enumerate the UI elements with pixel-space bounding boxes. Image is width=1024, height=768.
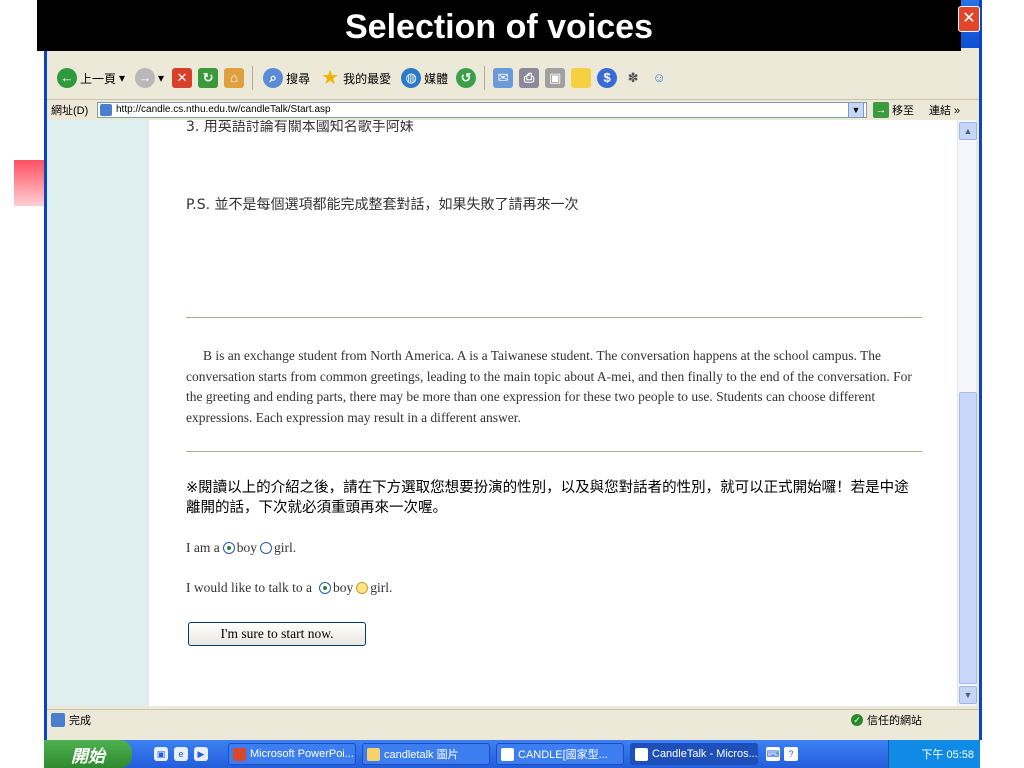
partner-boy-label: boy <box>332 580 354 595</box>
toolbar-divider <box>252 66 254 90</box>
language-bar: ⌨ ? <box>766 747 798 761</box>
taskbar: 開始 ▣ e ▶ Microsoft PowerPoi... candletal… <box>44 740 980 768</box>
chevron-down-icon[interactable]: ▼ <box>848 101 864 118</box>
status-text: 完成 <box>69 715 91 727</box>
task-label: Microsoft PowerPoi... <box>250 748 354 760</box>
help-icon[interactable]: ? <box>784 747 798 761</box>
search-icon: ⌕ <box>263 68 284 88</box>
favorites-label: 我的最愛 <box>343 71 392 86</box>
role-boy-radio[interactable] <box>222 542 235 554</box>
role-boy-label: boy <box>236 540 257 555</box>
folder-icon <box>367 747 380 761</box>
page-icon <box>51 713 65 727</box>
page-content: 3. 用英語討論有關本國知名歌手阿妹 P.S. 並不是每個選項都能完成整套對話，… <box>47 120 957 706</box>
desktop-icon[interactable]: ▣ <box>154 747 168 761</box>
go-label: 移至 <box>892 104 914 117</box>
back-arrow-icon: ← <box>57 68 77 88</box>
messenger-icon[interactable]: $ <box>597 68 618 88</box>
media-button[interactable]: ◍ 媒體 <box>399 65 450 91</box>
globe-icon: ◍ <box>401 68 422 88</box>
stop-icon[interactable]: ✕ <box>172 68 193 88</box>
search-button[interactable]: ⌕ 搜尋 <box>261 65 312 91</box>
partner-girl-radio[interactable] <box>356 582 369 594</box>
scroll-thumb[interactable] <box>959 392 977 684</box>
start-button[interactable]: I'm sure to start now. <box>188 622 366 646</box>
task-label: CANDLE[國家型... <box>518 749 608 761</box>
partner-prefix: I would like to talk to a <box>186 580 312 595</box>
slide-decoration <box>14 160 48 206</box>
note-icon[interactable] <box>571 68 592 88</box>
forward-arrow-icon: → <box>135 68 156 88</box>
toolbar-divider <box>484 66 486 90</box>
ie-page-icon <box>635 747 648 761</box>
check-icon: ✓ <box>851 714 863 726</box>
address-bar: 網址(D) http://candle.cs.nthu.edu.tw/candl… <box>47 99 979 119</box>
task-powerpoint[interactable]: Microsoft PowerPoi... <box>228 743 356 765</box>
browser-toolbar: ← 上一頁 ▾ → ▾ ✕ ↻ ⌂ ⌕ 搜尋 ★ 我的最愛 ◍ 媒體 ↺ ✉ ⎙… <box>47 58 979 98</box>
people-icon[interactable]: ☺ <box>649 68 669 88</box>
partner-selection: I would like to talk to a boy girl. <box>186 580 392 596</box>
security-zone: ✓ 信任的網站 <box>851 712 979 728</box>
powerpoint-icon <box>233 747 246 761</box>
edit-icon[interactable]: ▣ <box>545 68 566 88</box>
start-button[interactable]: 開始 <box>44 740 132 768</box>
paw-icon[interactable]: ✽ <box>623 68 643 88</box>
star-icon: ★ <box>321 67 340 89</box>
system-tray: 下午 05:58 <box>888 740 980 768</box>
task-label: CandleTalk - Micros... <box>652 748 758 760</box>
home-icon[interactable]: ⌂ <box>224 68 245 88</box>
partner-boy-radio[interactable] <box>318 582 331 594</box>
print-icon[interactable]: ⎙ <box>519 68 540 88</box>
role-prefix: I am a <box>186 540 220 555</box>
role-selection: I am a boy girl. <box>186 540 296 556</box>
back-label: 上一頁 <box>80 71 117 86</box>
page-icon <box>100 103 112 116</box>
partner-girl-label: girl. <box>370 580 393 595</box>
go-arrow-icon: → <box>873 101 889 118</box>
start-label: 開始 <box>71 746 105 766</box>
links-button[interactable]: 連結 » <box>929 102 960 118</box>
chevron-down-icon: ▾ <box>158 71 165 85</box>
left-column <box>47 120 149 706</box>
item-3-text: 3. 用英語討論有關本國知名歌手阿妹 <box>186 120 414 135</box>
chevron-down-icon: ▾ <box>119 71 126 85</box>
status-bar: 完成 ✓ 信任的網站 <box>47 709 979 730</box>
keyboard-icon[interactable]: ⌨ <box>766 747 780 761</box>
address-label: 網址(D) <box>51 104 89 117</box>
ps-note: P.S. 並不是每個選項都能完成整套對話，如果失敗了請再來一次 <box>186 197 579 213</box>
scroll-down-icon[interactable]: ▼ <box>959 686 977 704</box>
back-button[interactable]: ← 上一頁 ▾ <box>55 65 127 91</box>
refresh-icon[interactable]: ↻ <box>198 68 219 88</box>
close-button[interactable]: ✕ <box>958 6 980 32</box>
mail-icon[interactable]: ✉ <box>493 68 514 88</box>
address-input[interactable]: http://candle.cs.nthu.edu.tw/candleTalk/… <box>97 101 867 118</box>
scroll-up-icon[interactable]: ▲ <box>959 122 977 140</box>
zone-label: 信任的網站 <box>867 715 922 727</box>
clock: 下午 05:58 <box>921 749 974 761</box>
forward-button[interactable]: → ▾ <box>133 65 166 91</box>
favorites-button[interactable]: ★ 我的最愛 <box>318 65 393 91</box>
role-girl-radio[interactable] <box>259 542 272 554</box>
go-button[interactable]: → 移至 <box>873 101 927 118</box>
task-folder[interactable]: candletalk 圖片 <box>362 743 490 765</box>
media-player-icon[interactable]: ▶ <box>194 747 208 761</box>
intro-paragraph: B is an exchange student from North Amer… <box>186 348 912 425</box>
ie-page-icon <box>501 747 514 761</box>
task-candletalk[interactable]: CandleTalk - Micros... <box>630 743 758 765</box>
ie-icon[interactable]: e <box>174 747 188 761</box>
task-candle-site[interactable]: CANDLE[國家型... <box>496 743 624 765</box>
media-label: 媒體 <box>424 71 449 86</box>
search-label: 搜尋 <box>286 71 311 86</box>
instruction-text: ※閱讀以上的介紹之後，請在下方選取您想要扮演的性別，以及與您對話者的性別，就可以… <box>186 480 909 516</box>
history-icon[interactable]: ↺ <box>456 68 477 88</box>
divider <box>186 451 922 452</box>
address-url: http://candle.cs.nthu.edu.tw/candleTalk/… <box>116 104 331 115</box>
role-girl-label: girl. <box>273 540 297 555</box>
quick-launch: ▣ e ▶ <box>154 747 208 761</box>
divider <box>186 317 922 318</box>
task-label: candletalk 圖片 <box>384 749 459 761</box>
slide-title: Selection of voices <box>37 0 961 51</box>
vertical-scrollbar[interactable]: ▲ ▼ <box>957 120 977 706</box>
